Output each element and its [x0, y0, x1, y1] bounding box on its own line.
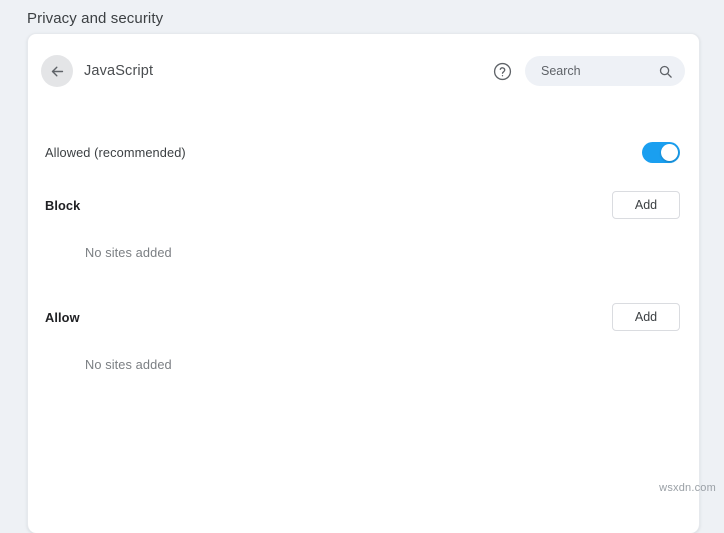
block-section-header: Block Add: [28, 189, 699, 221]
card-title: JavaScript: [84, 61, 153, 81]
card-header: JavaScript: [28, 34, 699, 104]
allow-add-button[interactable]: Add: [612, 303, 680, 331]
help-circle-icon[interactable]: [491, 60, 513, 82]
arrow-left-icon: [49, 63, 66, 80]
search-input[interactable]: [541, 61, 651, 81]
allow-empty-message: No sites added: [85, 357, 172, 372]
search-icon[interactable]: [656, 62, 674, 80]
block-section-title: Block: [45, 198, 612, 213]
watermark: wsxdn.com: [659, 482, 716, 494]
allow-section-title: Allow: [45, 310, 612, 325]
search-box[interactable]: [525, 56, 685, 86]
back-button[interactable]: [41, 55, 73, 87]
allowed-permission-row: Allowed (recommended): [28, 129, 699, 175]
block-empty-message: No sites added: [85, 245, 172, 260]
allowed-permission-label: Allowed (recommended): [45, 145, 642, 160]
settings-card: JavaScript Allowed (recommended) Blo: [27, 33, 700, 533]
block-add-button[interactable]: Add: [612, 191, 680, 219]
page-title: Privacy and security: [27, 9, 163, 29]
javascript-toggle[interactable]: [642, 142, 680, 163]
allow-section-header: Allow Add: [28, 301, 699, 333]
toggle-knob: [661, 144, 678, 161]
